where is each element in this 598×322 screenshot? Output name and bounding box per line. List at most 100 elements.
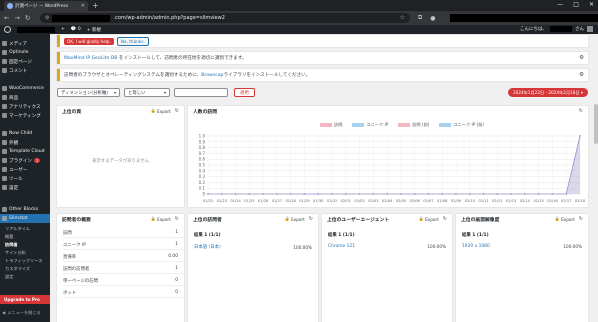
bookmark-star-icon[interactable]: ☆ (400, 14, 405, 21)
data-point[interactable] (386, 193, 389, 195)
sidebar-item-plugin[interactable]: プラグイン 2 (0, 156, 50, 165)
filter-value-input[interactable] (174, 88, 228, 97)
data-point[interactable] (289, 193, 292, 195)
data-point[interactable] (248, 193, 251, 195)
sidebar-item-now-child[interactable]: Now Child (0, 129, 50, 138)
refresh-icon[interactable]: ↻ (579, 216, 583, 222)
site-info-icon[interactable]: ⚙ (45, 15, 49, 21)
data-point[interactable] (455, 193, 457, 195)
sidebar-item-optinole[interactable]: Optinole (0, 48, 50, 57)
feedback-yes-button[interactable]: OK, I will gladly help. (64, 37, 114, 45)
refresh-icon[interactable]: ↻ (175, 216, 179, 222)
export-button[interactable]: 🔒 Export (419, 216, 439, 222)
refresh-icon[interactable]: ↻ (175, 108, 179, 114)
scrollbar-thumb[interactable] (594, 104, 598, 144)
export-button[interactable]: 🔒 Export (151, 108, 171, 114)
data-point[interactable] (234, 193, 237, 195)
sidebar-item-comment[interactable]: コメント (0, 66, 50, 75)
account-menu[interactable]: こんにちは、 さん (520, 26, 593, 32)
operator-select[interactable]: と等しい ▾ (124, 88, 170, 97)
avatar[interactable] (587, 26, 593, 32)
submenu-item[interactable]: 概要 (0, 233, 50, 241)
export-button[interactable]: 🔒 Export (285, 216, 305, 222)
submenu-item[interactable]: 訪問者 (0, 241, 50, 249)
sidebar-item-product[interactable]: 商品 (0, 93, 50, 102)
data-point[interactable] (303, 193, 306, 195)
close-tab-icon[interactable]: ✕ (81, 3, 85, 9)
submenu-item[interactable]: カスタマイズ (0, 265, 50, 273)
refresh-icon[interactable]: ↻ (443, 216, 447, 222)
data-point[interactable] (565, 193, 568, 195)
forward-icon[interactable]: → (14, 14, 19, 22)
dismiss-notice-icon[interactable]: ⚙ (579, 72, 584, 78)
list-item-label[interactable]: 1920 x 1080 (462, 244, 490, 249)
back-icon[interactable]: ← (4, 14, 9, 22)
new-tab-button[interactable]: + (92, 1, 99, 10)
submenu-item[interactable]: リアルタイム (0, 225, 50, 233)
export-button[interactable]: 🔒 Export (151, 216, 171, 222)
list-item-label[interactable]: 日本語 (日本) (194, 244, 221, 250)
data-point[interactable] (523, 193, 526, 195)
url-field[interactable]: ⚙ .com/wp-admin/admin.php?page=slimview2… (40, 13, 410, 23)
data-point[interactable] (317, 193, 320, 195)
sidebar-item-tool[interactable]: ツール (0, 174, 50, 183)
data-point[interactable] (262, 193, 265, 195)
data-point[interactable] (551, 193, 554, 195)
data-point[interactable] (399, 193, 402, 195)
sidebar-item-analytics[interactable]: アナリティクス (0, 102, 50, 111)
data-point[interactable] (468, 193, 471, 195)
new-content-menu[interactable]: + 新規 (87, 27, 101, 33)
adminbar-item[interactable]: + (61, 27, 65, 32)
comments-count[interactable]: 💬 0 (71, 27, 81, 32)
data-point[interactable] (496, 193, 499, 195)
upgrade-to-pro-link[interactable]: Upgrade to Pro (0, 295, 50, 304)
maximize-button[interactable]: □ (573, 0, 579, 10)
list-item-label[interactable]: Chrome 121 (328, 244, 355, 249)
sidebar-item-media[interactable]: メディア (0, 39, 50, 48)
data-point[interactable] (372, 193, 375, 195)
submenu-item[interactable]: サイト分析 (0, 249, 50, 257)
dimension-select[interactable]: ディメンション(分析軸) ▾ (57, 88, 120, 97)
data-point[interactable] (358, 193, 361, 195)
feedback-no-button[interactable]: No, thanks. (116, 36, 149, 46)
profile-icon[interactable]: ● (430, 15, 435, 22)
data-point[interactable] (427, 193, 430, 195)
wordpress-logo-icon[interactable] (4, 26, 11, 33)
data-point[interactable] (579, 135, 581, 137)
minimize-button[interactable]: — (557, 0, 563, 10)
list-item[interactable]: 1920 x 1080 100.00% (462, 244, 582, 249)
redacted-site-name[interactable] (17, 26, 55, 33)
data-point[interactable] (275, 193, 278, 195)
data-point[interactable] (441, 193, 444, 195)
data-point[interactable] (537, 193, 540, 195)
collapse-menu-button[interactable]: ◀ メニューを閉じる (0, 308, 50, 317)
data-point[interactable] (207, 193, 209, 195)
sidebar-item-woo[interactable]: WooCommerce (0, 84, 50, 93)
submenu-item[interactable]: 設定 (0, 273, 50, 281)
reload-icon[interactable]: ↻ (25, 14, 30, 22)
data-point[interactable] (482, 193, 485, 195)
browser-tab[interactable]: 計測ページ — WordPress ✕ (4, 1, 88, 11)
sidebar-item-settings[interactable]: 設定 (0, 183, 50, 192)
maxmind-link[interactable]: MaxMind IP GeoLite DB (64, 56, 117, 61)
sidebar-item-appearance[interactable]: 外観 (0, 138, 50, 147)
sidebar-item-user[interactable]: ユーザー (0, 165, 50, 174)
sidebar-item-slimstat[interactable]: Slimstat (0, 214, 50, 223)
data-point[interactable] (344, 193, 347, 195)
refresh-icon[interactable]: ↻ (309, 216, 313, 222)
page-scrollbar[interactable] (594, 34, 598, 322)
sidebar-item-template[interactable]: Template Cloud (0, 147, 50, 156)
data-point[interactable] (331, 193, 333, 195)
sidebar-item-marketing[interactable]: マーケティング (0, 111, 50, 120)
apply-filter-button[interactable]: 適用 (234, 88, 255, 97)
extensions-icon[interactable]: ⧉ (418, 14, 422, 22)
list-item[interactable]: Chrome 121 100.00% (328, 244, 446, 249)
data-point[interactable] (220, 193, 223, 195)
browscap-link[interactable]: Browscap (201, 73, 223, 78)
sidebar-item-page[interactable]: 固定ページ (0, 57, 50, 66)
date-range-button[interactable]: 2024年1月22日 - 2024年2月18日 ▾ (507, 88, 588, 97)
export-button[interactable]: 🔒 Export (555, 216, 575, 222)
sidebar-item-blocks[interactable]: Other Blocks (0, 205, 50, 214)
data-point[interactable] (510, 193, 513, 195)
dismiss-notice-icon[interactable]: ⚙ (579, 55, 584, 61)
